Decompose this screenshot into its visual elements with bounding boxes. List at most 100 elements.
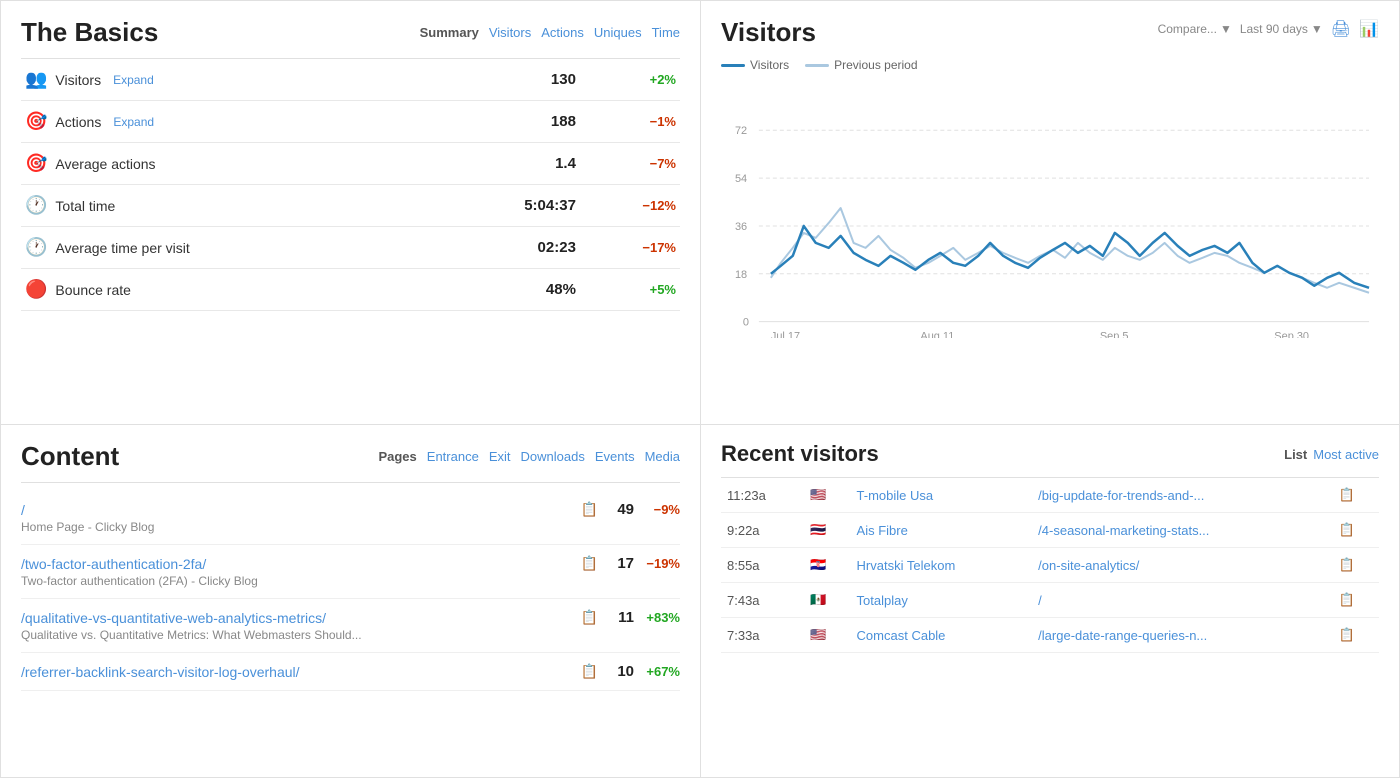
content-title: Content bbox=[21, 441, 119, 472]
table-row: 9:22a 🇹🇭 Ais Fibre /4-seasonal-marketing… bbox=[721, 513, 1379, 548]
metric-icon: 🕐 bbox=[25, 195, 47, 216]
svg-text:0: 0 bbox=[743, 317, 749, 329]
metric-icon: 🔴 bbox=[25, 279, 47, 300]
metric-icon: 👥 bbox=[25, 69, 47, 90]
basics-title: The Basics bbox=[21, 17, 158, 48]
visitor-name-cell: Comcast Cable bbox=[851, 618, 1033, 653]
visitor-page-link[interactable]: / bbox=[1038, 593, 1042, 608]
content-right: 📋 11 +83% bbox=[581, 609, 680, 626]
content-url[interactable]: /qualitative-vs-quantitative-web-analyti… bbox=[21, 610, 326, 626]
visitor-name-link[interactable]: Hrvatski Telekom bbox=[857, 558, 956, 573]
chart-type-icon[interactable]: 📊 bbox=[1359, 19, 1379, 39]
visitor-name-link[interactable]: Totalplay bbox=[857, 593, 908, 608]
chevron-down-icon-2: ▼ bbox=[1311, 22, 1323, 36]
chart-area: 0 18 36 54 72 Jul 17 Aug 11 Sep 5 Sep 30 bbox=[721, 78, 1379, 338]
tab-pages[interactable]: Pages bbox=[378, 449, 416, 464]
tab-visitors[interactable]: Visitors bbox=[489, 25, 531, 40]
content-item-row: /qualitative-vs-quantitative-web-analyti… bbox=[21, 609, 680, 626]
external-link-icon[interactable]: 📋 bbox=[1339, 627, 1355, 642]
tab-entrance[interactable]: Entrance bbox=[427, 449, 479, 464]
visitor-page-link[interactable]: /big-update-for-trends-and-... bbox=[1038, 488, 1204, 503]
tab-exit[interactable]: Exit bbox=[489, 449, 511, 464]
tab-list[interactable]: List bbox=[1284, 447, 1307, 462]
visitor-page-cell: /big-update-for-trends-and-... bbox=[1032, 478, 1333, 513]
visitor-name-link[interactable]: Ais Fibre bbox=[857, 523, 908, 538]
visitor-time: 8:55a bbox=[721, 548, 804, 583]
visitor-time: 11:23a bbox=[721, 478, 804, 513]
visitor-page-cell: /large-date-range-queries-n... bbox=[1032, 618, 1333, 653]
metric-row: 🎯 Average actions 1.4 −7% bbox=[21, 143, 680, 185]
metric-name: Average actions bbox=[55, 156, 155, 172]
visitor-page-link[interactable]: /on-site-analytics/ bbox=[1038, 558, 1139, 573]
visitor-name-cell: T-mobile Usa bbox=[851, 478, 1033, 513]
external-link-icon[interactable]: 📋 bbox=[1339, 487, 1355, 502]
legend-line-primary bbox=[721, 64, 745, 67]
table-row: 7:43a 🇲🇽 Totalplay / 📋 bbox=[721, 583, 1379, 618]
table-row: 7:33a 🇺🇸 Comcast Cable /large-date-range… bbox=[721, 618, 1379, 653]
visitors-table: 11:23a 🇺🇸 T-mobile Usa /big-update-for-t… bbox=[721, 478, 1379, 653]
legend-primary: Visitors bbox=[721, 58, 789, 72]
tab-uniques[interactable]: Uniques bbox=[594, 25, 642, 40]
expand-link[interactable]: Expand bbox=[113, 73, 154, 87]
metric-icon: 🕐 bbox=[25, 237, 47, 258]
chevron-down-icon: ▼ bbox=[1220, 22, 1232, 36]
visitor-page-cell: / bbox=[1032, 583, 1333, 618]
metric-value-cell: 1.4 bbox=[436, 143, 580, 185]
visitors-title: Visitors bbox=[721, 17, 816, 48]
expand-link[interactable]: Expand bbox=[113, 115, 154, 129]
content-item-row: /two-factor-authentication-2fa/ 📋 17 −19… bbox=[21, 555, 680, 572]
svg-text:18: 18 bbox=[735, 269, 747, 281]
content-header: Content Pages Entrance Exit Downloads Ev… bbox=[21, 441, 680, 472]
tab-summary[interactable]: Summary bbox=[420, 25, 479, 40]
visitor-ext-cell: 📋 bbox=[1333, 618, 1379, 653]
metric-name: Visitors bbox=[55, 72, 101, 88]
content-count: 11 bbox=[604, 609, 634, 626]
content-change: +67% bbox=[640, 664, 680, 679]
content-url[interactable]: /referrer-backlink-search-visitor-log-ov… bbox=[21, 664, 300, 680]
visitor-time: 7:43a bbox=[721, 583, 804, 618]
svg-text:Aug 11: Aug 11 bbox=[920, 331, 954, 338]
page-icon: 📋 bbox=[581, 663, 598, 680]
visitor-page-link[interactable]: /4-seasonal-marketing-stats... bbox=[1038, 523, 1209, 538]
list-item: /referrer-backlink-search-visitor-log-ov… bbox=[21, 653, 680, 691]
content-subtitle: Home Page - Clicky Blog bbox=[21, 520, 680, 534]
tab-downloads[interactable]: Downloads bbox=[521, 449, 585, 464]
content-url[interactable]: /two-factor-authentication-2fa/ bbox=[21, 556, 206, 572]
content-url[interactable]: / bbox=[21, 502, 25, 518]
page-icon: 📋 bbox=[581, 501, 598, 518]
external-link-icon[interactable]: 📋 bbox=[1339, 557, 1355, 572]
legend-secondary: Previous period bbox=[805, 58, 917, 72]
content-change: +83% bbox=[640, 610, 680, 625]
basics-tabs: Summary Visitors Actions Uniques Time bbox=[420, 25, 680, 40]
tab-most-active[interactable]: Most active bbox=[1313, 447, 1379, 462]
content-count: 10 bbox=[604, 663, 634, 680]
compare-dropdown[interactable]: Compare... ▼ bbox=[1158, 22, 1232, 36]
visitor-page-link[interactable]: /large-date-range-queries-n... bbox=[1038, 628, 1207, 643]
metric-value-cell: 188 bbox=[436, 101, 580, 143]
chart-controls: Compare... ▼ Last 90 days ▼ 🖨 📊 bbox=[1158, 19, 1379, 39]
visitor-name-link[interactable]: T-mobile Usa bbox=[857, 488, 934, 503]
svg-text:36: 36 bbox=[735, 221, 747, 233]
tab-media[interactable]: Media bbox=[645, 449, 680, 464]
metric-row: 🔴 Bounce rate 48% +5% bbox=[21, 269, 680, 311]
range-dropdown[interactable]: Last 90 days ▼ bbox=[1240, 22, 1323, 36]
tab-events[interactable]: Events bbox=[595, 449, 635, 464]
export-icon[interactable]: 🖨 bbox=[1331, 19, 1351, 39]
tab-time[interactable]: Time bbox=[652, 25, 680, 40]
external-link-icon[interactable]: 📋 bbox=[1339, 522, 1355, 537]
tab-actions[interactable]: Actions bbox=[541, 25, 584, 40]
visitor-flag: 🇭🇷 bbox=[804, 548, 850, 583]
recent-title: Recent visitors bbox=[721, 441, 879, 467]
external-link-icon[interactable]: 📋 bbox=[1339, 592, 1355, 607]
metric-change-cell: +5% bbox=[580, 269, 680, 311]
list-item: /qualitative-vs-quantitative-web-analyti… bbox=[21, 599, 680, 653]
svg-text:Jul 17: Jul 17 bbox=[771, 331, 800, 338]
content-change: −19% bbox=[640, 556, 680, 571]
svg-text:Sep 5: Sep 5 bbox=[1100, 331, 1129, 338]
metric-row: 🕐 Average time per visit 02:23 −17% bbox=[21, 227, 680, 269]
recent-tabs: List Most active bbox=[1284, 447, 1379, 462]
visitor-name-link[interactable]: Comcast Cable bbox=[857, 628, 946, 643]
visitors-svg: 0 18 36 54 72 Jul 17 Aug 11 Sep 5 Sep 30 bbox=[721, 78, 1379, 338]
visitors-header: Visitors Compare... ▼ Last 90 days ▼ 🖨 📊 bbox=[721, 17, 1379, 48]
metrics-table: 👥 Visitors Expand 130 +2% 🎯 Actions Expa… bbox=[21, 59, 680, 311]
